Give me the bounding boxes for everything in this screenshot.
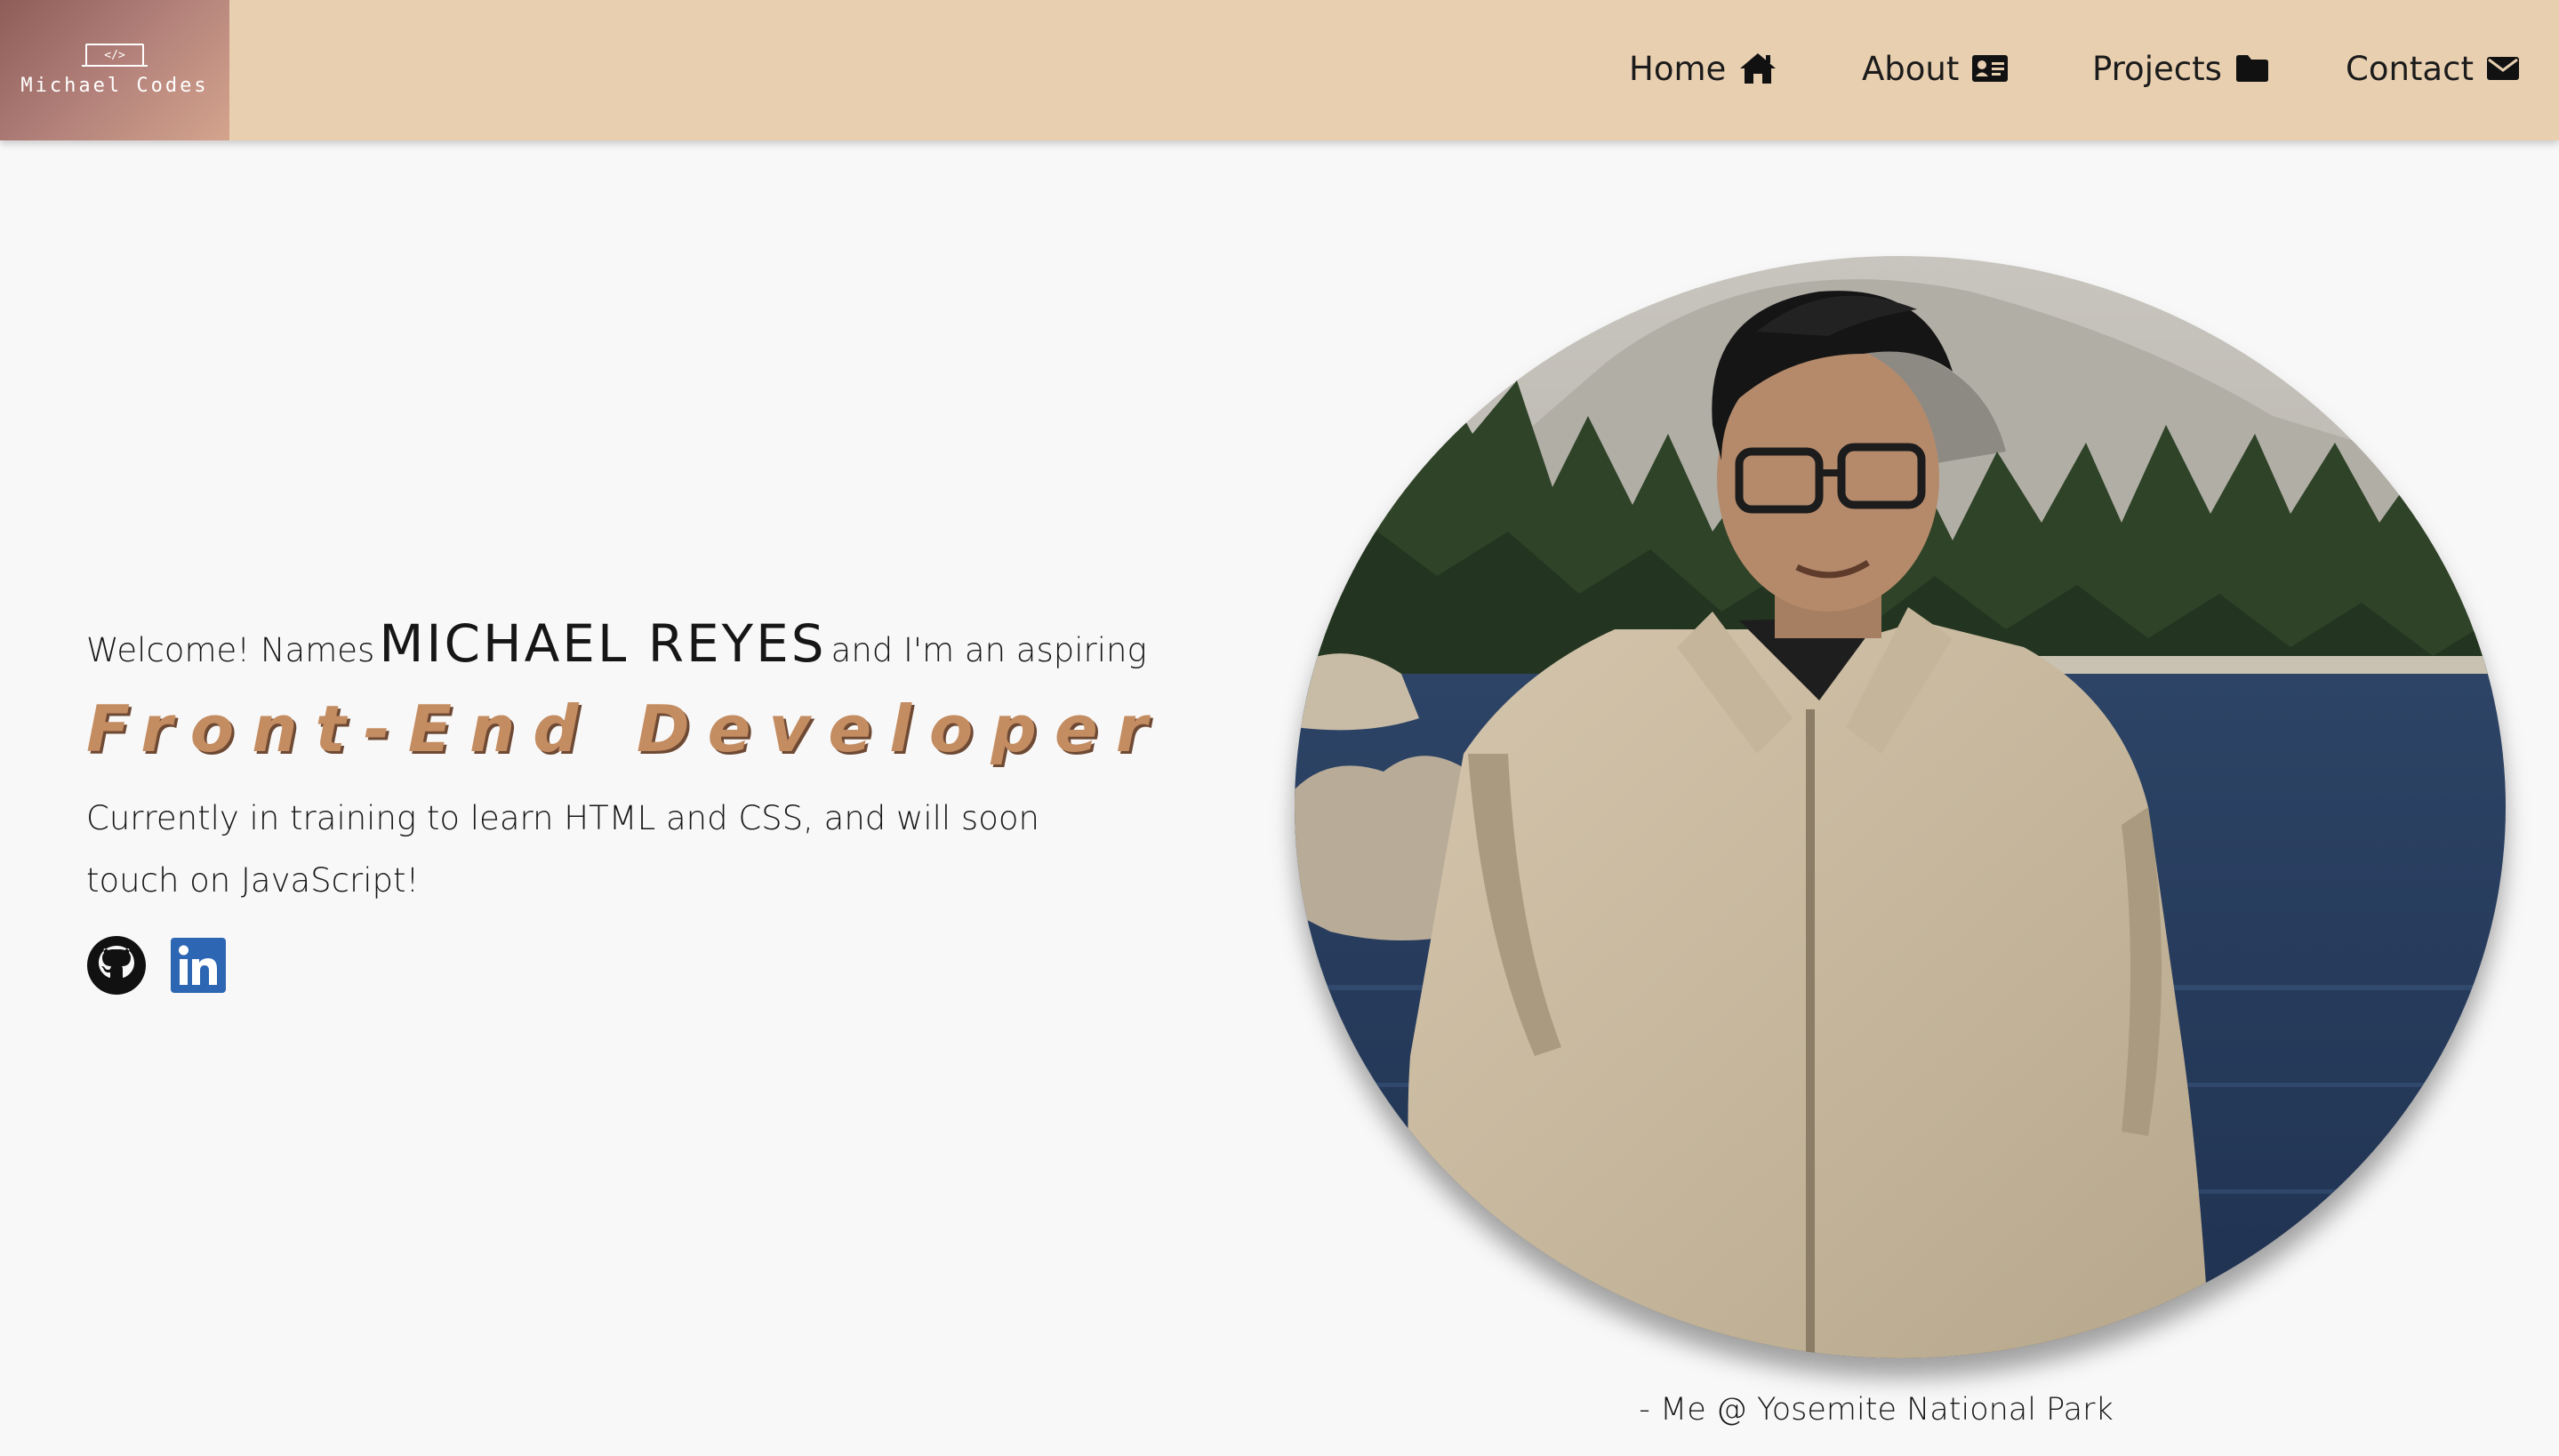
logo-text: Michael Codes <box>20 75 209 97</box>
laptop-code-icon: </> <box>82 44 148 67</box>
nav-home-label: Home <box>1629 49 1727 88</box>
intro-suffix: and I'm an aspiring <box>830 631 1147 669</box>
hero-blurb: Currently in training to learn HTML and … <box>86 799 1039 900</box>
folder-icon <box>2235 55 2268 82</box>
github-icon <box>87 936 146 995</box>
home-icon <box>1740 53 1777 84</box>
linkedin-link[interactable] <box>170 937 227 997</box>
envelope-icon <box>2486 57 2519 80</box>
github-link[interactable] <box>86 935 147 999</box>
nav-projects[interactable]: Projects <box>2092 44 2270 92</box>
nav-home[interactable]: Home <box>1629 44 1777 92</box>
nav-projects-label: Projects <box>2092 49 2222 88</box>
yosemite-photo <box>1295 256 2506 1358</box>
nav-contact-label: Contact <box>2346 49 2474 88</box>
id-card-icon <box>1972 55 2009 82</box>
intro-prefix: Welcome! Names <box>86 631 375 669</box>
page: </> Michael Codes Home About Projects Co… <box>0 0 2559 1456</box>
nav-about[interactable]: About <box>1862 44 2009 92</box>
linkedin-icon <box>171 938 226 993</box>
site-logo[interactable]: </> Michael Codes <box>0 0 229 140</box>
hero-role: Front-End Developer <box>86 692 1166 766</box>
profile-photo <box>1295 256 2506 1358</box>
photo-caption: - Me @ Yosemite National Park <box>1639 1392 2114 1428</box>
nav-about-label: About <box>1862 49 1960 88</box>
nav-contact[interactable]: Contact <box>2346 44 2520 92</box>
hero-name: MICHAEL REYES <box>379 613 827 674</box>
intro-line: Welcome! Names MICHAEL REYES and I'm an … <box>86 613 1147 674</box>
site-header: </> Michael Codes Home About Projects Co… <box>0 0 2559 140</box>
logo-mark-text: </> <box>104 48 125 62</box>
social-links <box>86 935 227 999</box>
